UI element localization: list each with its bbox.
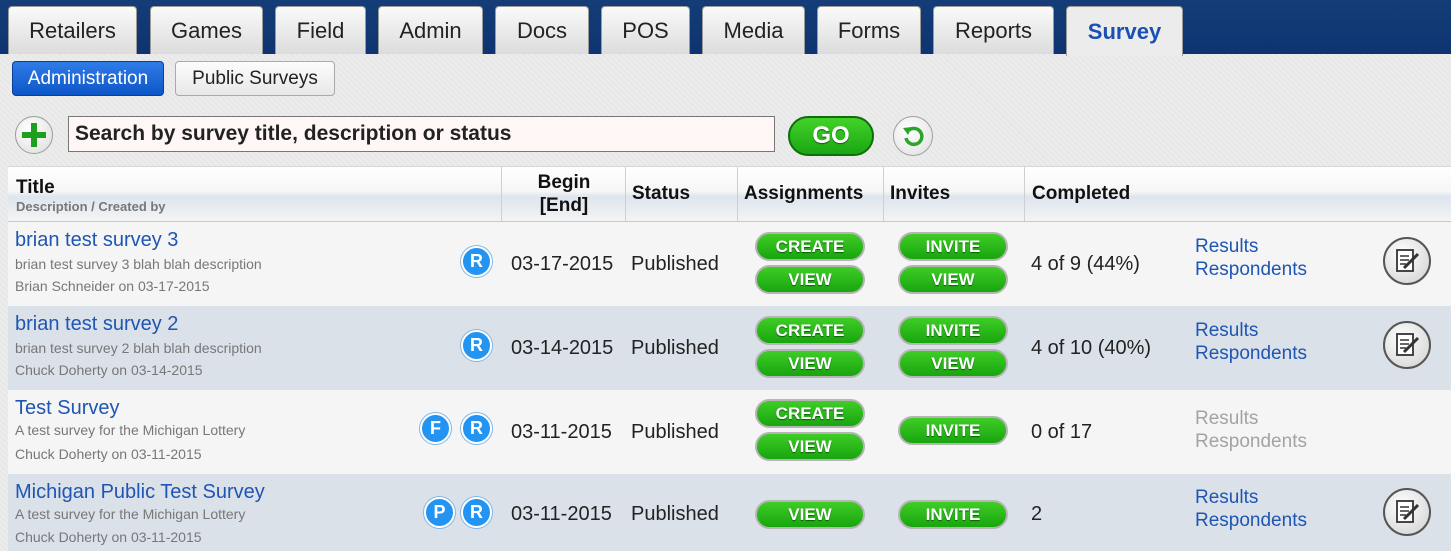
results-link[interactable]: Results	[1195, 320, 1258, 342]
f-badge-icon: F	[420, 413, 451, 444]
view-assignments-button[interactable]: VIEW	[755, 349, 865, 378]
completed-count: 0 of 17	[1031, 421, 1093, 443]
header-title-subtitle: Description / Created by	[16, 199, 166, 214]
add-survey-button[interactable]	[15, 116, 53, 154]
header-title-cell: Title Description / Created by	[8, 167, 501, 221]
survey-title-link[interactable]: brian test survey 2	[15, 313, 178, 336]
begin-date: 03-17-2015	[511, 253, 614, 275]
respondents-link: Respondents	[1195, 431, 1307, 452]
table-header: Title Description / Created by Begin [En…	[8, 166, 1451, 222]
begin-date: 03-11-2015	[511, 503, 612, 525]
view-invites-button[interactable]: VIEW	[898, 349, 1008, 378]
survey-created-by: Chuck Doherty on 03-14-2015	[15, 362, 203, 378]
tab-retailers[interactable]: Retailers	[8, 6, 137, 54]
view-assignments-button[interactable]: VIEW	[755, 500, 865, 529]
r-badge-icon: R	[461, 246, 492, 277]
create-assignment-button[interactable]: CREATE	[755, 316, 865, 345]
survey-description: brian test survey 2 blah blah descriptio…	[15, 340, 262, 356]
results-link[interactable]: Results	[1195, 487, 1258, 509]
header-completed-cell: Completed	[1024, 167, 1451, 221]
status-text: Published	[631, 337, 719, 359]
header-status[interactable]: Status	[632, 183, 690, 205]
begin-date: 03-11-2015	[511, 421, 612, 443]
edit-survey-button[interactable]	[1383, 321, 1431, 369]
respondents-link[interactable]: Respondents	[1195, 510, 1307, 532]
invite-button[interactable]: INVITE	[898, 500, 1008, 529]
tab-reports[interactable]: Reports	[933, 6, 1054, 54]
status-text: Published	[631, 253, 719, 275]
status-text: Published	[631, 421, 719, 443]
survey-title-link[interactable]: brian test survey 3	[15, 229, 178, 252]
header-end: [End]	[539, 195, 589, 216]
survey-title-link[interactable]: Test Survey	[15, 397, 119, 420]
results-link: Results	[1195, 408, 1259, 429]
begin-date: 03-14-2015	[511, 337, 614, 359]
edit-survey-button[interactable]	[1383, 237, 1431, 285]
survey-description: A test survey for the Michigan Lottery	[15, 422, 246, 438]
results-link[interactable]: Results	[1195, 236, 1258, 258]
table-row: brian test survey 3 brian test survey 3 …	[8, 222, 1451, 306]
search-input[interactable]	[68, 116, 775, 152]
tab-survey[interactable]: Survey	[1066, 6, 1183, 56]
survey-description: A test survey for the Michigan Lottery	[15, 506, 246, 522]
view-assignments-button[interactable]: VIEW	[755, 432, 865, 461]
top-nav-bar: Retailers Games Field Admin Docs POS Med…	[0, 0, 1451, 56]
tab-games[interactable]: Games	[150, 6, 263, 54]
tab-field[interactable]: Field	[275, 6, 366, 54]
header-assignments-cell: Assignments	[737, 167, 884, 221]
tab-forms[interactable]: Forms	[817, 6, 921, 54]
tab-media[interactable]: Media	[702, 6, 805, 54]
invite-button[interactable]: INVITE	[898, 316, 1008, 345]
table-row: Michigan Public Test Survey A test surve…	[8, 474, 1451, 551]
r-badge-icon: R	[461, 413, 492, 444]
invite-button[interactable]: INVITE	[898, 416, 1008, 445]
survey-description: brian test survey 3 blah blah descriptio…	[15, 256, 262, 272]
view-assignments-button[interactable]: VIEW	[755, 265, 865, 294]
survey-created-by: Brian Schneider on 03-17-2015	[15, 278, 210, 294]
tab-admin[interactable]: Admin	[378, 6, 483, 54]
subtab-public-surveys[interactable]: Public Surveys	[175, 61, 335, 96]
header-invites: Invites	[890, 183, 951, 204]
tab-pos[interactable]: POS	[601, 6, 690, 54]
r-badge-icon: R	[461, 497, 492, 528]
completed-count: 2	[1031, 503, 1043, 525]
r-badge-icon: R	[461, 330, 492, 361]
header-title[interactable]: Title	[16, 177, 55, 199]
edit-document-icon	[1396, 333, 1420, 356]
refresh-arrow-icon	[903, 126, 924, 147]
header-invites-cell: Invites	[883, 167, 1025, 221]
respondents-link[interactable]: Respondents	[1195, 259, 1307, 281]
survey-title-link[interactable]: Michigan Public Test Survey	[15, 481, 265, 504]
completed-count: 4 of 10 (40%)	[1031, 337, 1152, 359]
header-completed[interactable]: Completed	[1032, 183, 1130, 205]
p-badge-icon: P	[424, 497, 455, 528]
view-invites-button[interactable]: VIEW	[898, 265, 1008, 294]
header-status-cell: Status	[625, 167, 738, 221]
edit-survey-button[interactable]	[1383, 488, 1431, 536]
go-button[interactable]: GO	[788, 116, 874, 156]
completed-count: 4 of 9 (44%)	[1031, 253, 1140, 275]
reset-search-button[interactable]	[893, 116, 933, 156]
respondents-link[interactable]: Respondents	[1195, 343, 1307, 365]
edit-document-icon	[1396, 500, 1420, 523]
table-row: Test Survey A test survey for the Michig…	[8, 390, 1451, 474]
create-assignment-button[interactable]: CREATE	[755, 399, 865, 428]
tab-docs[interactable]: Docs	[495, 6, 589, 54]
status-text: Published	[631, 503, 719, 525]
plus-circle-icon	[22, 123, 46, 147]
create-assignment-button[interactable]: CREATE	[755, 232, 865, 261]
edit-document-icon	[1396, 249, 1420, 272]
invite-button[interactable]: INVITE	[898, 232, 1008, 261]
subtab-administration[interactable]: Administration	[12, 61, 164, 96]
table-row: brian test survey 2 brian test survey 2 …	[8, 306, 1451, 390]
survey-created-by: Chuck Doherty on 03-11-2015	[15, 529, 202, 545]
header-begin[interactable]: Begin	[502, 172, 626, 194]
header-begin-cell: Begin [End]	[501, 167, 626, 221]
header-assignments: Assignments	[744, 183, 864, 204]
survey-created-by: Chuck Doherty on 03-11-2015	[15, 446, 202, 462]
